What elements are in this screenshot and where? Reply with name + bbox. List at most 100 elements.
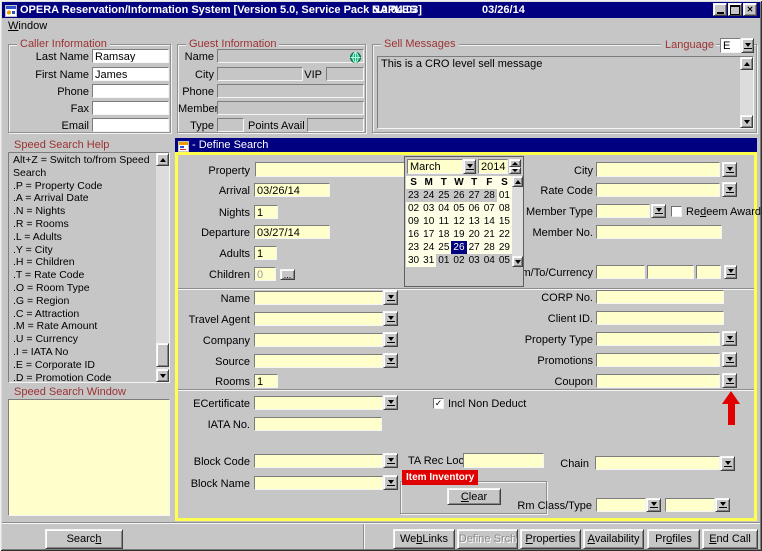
member-type-field[interactable] [596,204,650,218]
property-type-field[interactable] [596,332,720,346]
rooms-field[interactable]: 1 [254,374,278,388]
block-name-field[interactable] [254,476,383,490]
incl-non-deduct-checkbox[interactable] [433,398,444,409]
first-name-field[interactable]: James [92,67,169,81]
calendar-day[interactable]: 27 [467,189,482,202]
block-name-lov-button[interactable] [383,475,398,490]
calendar-day[interactable]: 13 [467,215,482,228]
menu-window[interactable]: Window [8,20,47,33]
calendar-day[interactable]: 06 [467,202,482,215]
ecertificate-lov-button[interactable] [383,395,398,410]
caller-phone-field[interactable] [92,84,169,98]
calendar-day[interactable]: 14 [482,215,497,228]
departure-field[interactable]: 03/27/14 [254,225,330,239]
calendar-day[interactable]: 04 [482,254,497,267]
corp-no-field[interactable] [596,290,724,304]
calendar-day[interactable]: 02 [451,254,466,267]
calendar-day[interactable]: 04 [436,202,451,215]
company-field[interactable] [254,333,383,347]
footer-button-availability[interactable]: Availability [583,529,644,549]
scroll-up-icon[interactable] [740,57,753,70]
fax-field[interactable] [92,101,169,115]
calendar-day[interactable]: 07 [482,202,497,215]
footer-button-properties[interactable]: Properties [520,529,581,549]
calendar-day[interactable]: 28 [482,189,497,202]
calendar-day[interactable]: 24 [421,189,436,202]
scroll-down-icon[interactable] [512,256,523,267]
calendar-day[interactable]: 03 [467,254,482,267]
arrival-field[interactable]: 03/26/14 [254,183,330,197]
calendar-day[interactable]: 27 [467,241,482,254]
footer-button-end-call[interactable]: End Call [702,529,758,549]
member-no-field[interactable] [596,225,722,239]
calendar-day[interactable]: 25 [436,241,451,254]
rm-type-lov-button[interactable] [715,498,730,512]
name-lov-button[interactable] [383,290,398,305]
calendar-day[interactable]: 08 [497,202,512,215]
calendar-day[interactable]: 09 [406,215,421,228]
name-field[interactable] [254,291,383,305]
rate-code-lov-button[interactable] [722,182,737,197]
to-field[interactable] [647,265,694,279]
calendar-day[interactable]: 20 [467,228,482,241]
calendar-day[interactable]: 05 [497,254,512,267]
rate-code-field[interactable] [596,183,720,197]
source-lov-button[interactable] [383,353,398,368]
scrollbar-thumb[interactable] [156,343,169,367]
calendar-day[interactable]: 25 [436,189,451,202]
calendar-day[interactable]: 28 [482,241,497,254]
member-type-lov-button[interactable] [651,204,666,218]
calendar-day[interactable]: 26 [451,241,466,254]
calendar-day[interactable]: 31 [421,254,436,267]
language-dropdown-icon[interactable] [741,38,754,53]
calendar-day[interactable]: 21 [482,228,497,241]
sell-message-scrollbar[interactable] [740,57,753,128]
property-type-lov-button[interactable] [722,331,737,346]
scroll-down-icon[interactable] [740,115,753,128]
maximize-button[interactable] [728,3,742,16]
promotions-lov-button[interactable] [722,352,737,367]
from-field[interactable] [596,265,645,279]
calendar-day[interactable]: 11 [436,215,451,228]
scroll-up-icon[interactable] [156,153,169,166]
rm-type-field[interactable] [665,498,715,512]
calendar-day[interactable]: 29 [497,241,512,254]
block-code-lov-button[interactable] [383,453,398,468]
calendar-day[interactable]: 30 [406,254,421,267]
rm-class-field[interactable] [596,498,646,512]
calendar-day[interactable]: 16 [406,228,421,241]
define-search-titlebar[interactable]: - Define Search [175,138,757,152]
calendar-scrollbar[interactable] [512,176,523,267]
globe-icon[interactable] [350,50,361,68]
calendar-day[interactable]: 19 [451,228,466,241]
ecertificate-field[interactable] [254,396,383,410]
source-field[interactable] [254,354,383,368]
year-increment-icon[interactable] [509,159,521,167]
currency-lov-button[interactable] [724,265,737,279]
iata-no-field[interactable] [254,417,382,431]
minimize-button[interactable] [713,3,727,16]
company-lov-button[interactable] [383,332,398,347]
calendar-day[interactable]: 23 [406,189,421,202]
footer-button-web-links[interactable]: Web Links [393,529,455,549]
scroll-up-icon[interactable] [512,176,523,187]
search-button[interactable]: Search [45,529,123,549]
coupon-field[interactable] [596,374,720,388]
speed-search-scrollbar[interactable] [156,153,169,382]
calendar-day[interactable]: 18 [436,228,451,241]
coupon-lov-button[interactable] [722,373,737,388]
calendar-day[interactable]: 02 [406,202,421,215]
calendar-day[interactable]: 23 [406,241,421,254]
travel-agent-field[interactable] [254,312,383,326]
chain-field[interactable] [595,456,720,470]
close-button[interactable] [743,3,757,16]
promotions-field[interactable] [596,353,720,367]
children-more-button[interactable]: ... [280,269,295,280]
calendar-day[interactable]: 26 [451,189,466,202]
redeem-award-checkbox[interactable] [671,206,682,217]
client-id-field[interactable] [596,311,724,325]
nights-field[interactable]: 1 [254,205,278,219]
calendar-day[interactable]: 05 [451,202,466,215]
chain-lov-button[interactable] [720,456,735,471]
block-code-field[interactable] [254,454,383,468]
